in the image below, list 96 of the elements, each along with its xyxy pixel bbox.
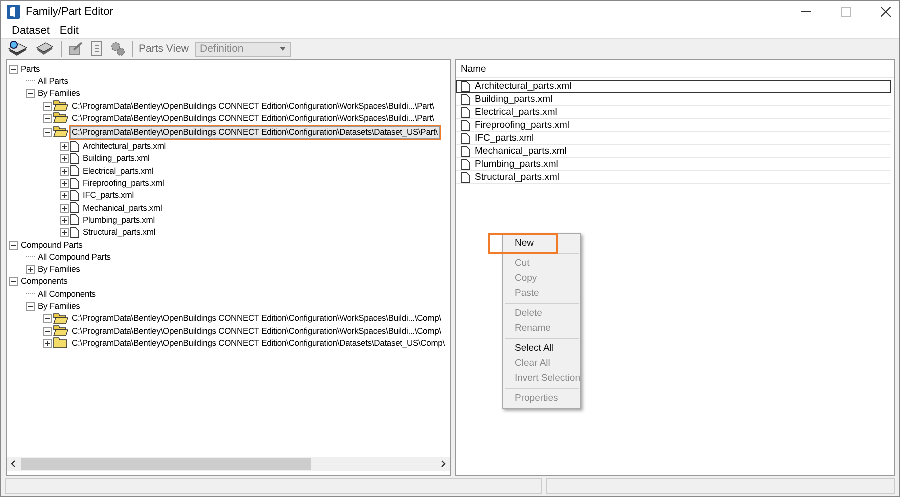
tree-item[interactable]: Electrical_parts.xml bbox=[81, 164, 156, 178]
menu-item[interactable]: Select All bbox=[503, 341, 580, 356]
column-header[interactable]: Name bbox=[456, 62, 894, 78]
expander-icon[interactable] bbox=[9, 277, 18, 286]
parts-view-label: Parts View bbox=[139, 43, 189, 55]
expander-icon[interactable] bbox=[60, 154, 69, 164]
tree-item[interactable]: Structural_parts.xml bbox=[81, 226, 158, 240]
file-name: Building_parts.xml bbox=[475, 94, 553, 105]
list-row[interactable]: IFC_parts.xml bbox=[456, 132, 891, 145]
expander-icon[interactable] bbox=[43, 326, 52, 336]
file-icon bbox=[461, 106, 471, 118]
expander-icon[interactable] bbox=[26, 89, 35, 98]
expander-icon[interactable] bbox=[43, 314, 52, 324]
file-name: Mechanical_parts.xml bbox=[475, 146, 567, 157]
file-icon bbox=[461, 132, 471, 144]
file-name: Architectural_parts.xml bbox=[475, 81, 572, 92]
tree-item[interactable]: By Families bbox=[36, 263, 82, 276]
expander-icon[interactable] bbox=[60, 191, 69, 200]
file-name: Electrical_parts.xml bbox=[475, 107, 558, 118]
file-icon bbox=[70, 178, 80, 190]
file-icon bbox=[461, 80, 471, 92]
database-icon[interactable] bbox=[35, 40, 55, 58]
list-row[interactable]: Electrical_parts.xml bbox=[456, 106, 891, 119]
list-row[interactable]: Plumbing_parts.xml bbox=[456, 158, 891, 171]
tree-item[interactable]: Compound Parts bbox=[19, 238, 85, 252]
file-icon bbox=[461, 146, 471, 158]
tree-item[interactable]: All Components bbox=[36, 288, 98, 301]
expander-icon[interactable] bbox=[26, 302, 35, 311]
list-row[interactable]: Building_parts.xml bbox=[456, 93, 891, 106]
gears-icon[interactable] bbox=[110, 41, 126, 57]
tree-item[interactable]: All Parts bbox=[36, 74, 70, 88]
expander-icon[interactable] bbox=[43, 102, 52, 111]
open-folder-icon bbox=[53, 325, 69, 338]
file-icon bbox=[70, 152, 80, 165]
tree-item[interactable]: Mechanical_parts.xml bbox=[81, 202, 164, 215]
file-icon bbox=[70, 165, 80, 178]
file-name: IFC_parts.xml bbox=[475, 133, 534, 144]
tree-item[interactable]: IFC_parts.xml bbox=[81, 189, 136, 202]
file-icon bbox=[461, 172, 471, 184]
expander-icon[interactable] bbox=[43, 128, 52, 137]
open-folder-icon bbox=[53, 312, 69, 325]
expander-icon[interactable] bbox=[60, 204, 69, 213]
tree-item[interactable]: Components bbox=[19, 275, 70, 288]
file-name: Plumbing_parts.xml bbox=[475, 159, 558, 170]
expander-icon[interactable] bbox=[60, 228, 69, 238]
window-title: Family/Part Editor bbox=[26, 6, 114, 18]
tree-item[interactable]: Plumbing_parts.xml bbox=[81, 214, 157, 227]
list-row[interactable]: Structural_parts.xml bbox=[456, 171, 891, 184]
expander-icon[interactable] bbox=[43, 114, 52, 123]
file-icon bbox=[70, 190, 80, 202]
file-name: Fireproofing_parts.xml bbox=[475, 120, 570, 131]
file-icon bbox=[461, 94, 471, 106]
expander-icon[interactable] bbox=[60, 142, 69, 152]
tree-item[interactable]: Fireproofing_parts.xml bbox=[81, 177, 166, 190]
folder-icon bbox=[53, 337, 69, 350]
list-row[interactable]: Fireproofing_parts.xml bbox=[456, 119, 891, 132]
open-folder-icon bbox=[53, 126, 69, 138]
tree-item[interactable]: By Families bbox=[36, 87, 82, 100]
close-icon[interactable] bbox=[881, 7, 891, 17]
tree-item[interactable]: C:\ProgramData\Bentley\OpenBuildings CONNECT Edition\Configuration\WorkSpaces\Buildi...\Comp\ bbox=[70, 312, 444, 326]
open-folder-icon bbox=[53, 100, 69, 112]
expander-icon[interactable] bbox=[9, 240, 18, 250]
tree-item[interactable]: Building_parts.xml bbox=[81, 152, 152, 166]
file-icon bbox=[461, 120, 471, 132]
list-row[interactable]: Architectural_parts.xml bbox=[456, 80, 891, 93]
tree-item[interactable]: All Compound Parts bbox=[36, 250, 113, 264]
search-database-icon[interactable] bbox=[7, 40, 29, 58]
file-icon bbox=[461, 158, 471, 170]
expander-icon[interactable] bbox=[60, 216, 69, 225]
file-icon bbox=[70, 226, 80, 239]
tree-item[interactable]: C:\ProgramData\Bentley\OpenBuildings CONNECT Edition\Configuration\Datasets\Dataset_US\Part\ bbox=[70, 126, 440, 139]
app-icon bbox=[7, 5, 20, 19]
expander-icon[interactable] bbox=[26, 265, 35, 274]
tree-item[interactable]: Parts bbox=[19, 62, 42, 76]
file-icon bbox=[70, 202, 80, 214]
menu-item[interactable]: New bbox=[491, 236, 555, 251]
tree-item[interactable]: C:\ProgramData\Bentley\OpenBuildings CONNECT Edition\Configuration\WorkSpaces\Buildi...\Part\ bbox=[70, 112, 436, 125]
menu-item[interactable]: Dataset bbox=[12, 24, 50, 36]
file-name: Structural_parts.xml bbox=[475, 172, 560, 183]
expander-icon[interactable] bbox=[43, 338, 52, 348]
tree-item[interactable]: C:\ProgramData\Bentley\OpenBuildings CONNECT Edition\Configuration\WorkSpaces\Buildi...\Part\ bbox=[70, 100, 436, 113]
menu-item[interactable]: Edit bbox=[60, 24, 79, 36]
scrollbar-thumb[interactable] bbox=[21, 458, 311, 470]
tree-item[interactable]: By Families bbox=[36, 300, 82, 313]
file-icon bbox=[70, 214, 80, 226]
edit-icon[interactable] bbox=[68, 41, 84, 57]
expander-icon[interactable] bbox=[60, 166, 69, 176]
tree-item[interactable]: C:\ProgramData\Bentley\OpenBuildings CONNECT Edition\Configuration\WorkSpaces\Buildi...\Comp\ bbox=[70, 324, 444, 338]
document-icon[interactable] bbox=[90, 41, 104, 57]
open-folder-icon bbox=[53, 112, 69, 124]
tree-item[interactable]: Architectural_parts.xml bbox=[81, 140, 168, 154]
expander-icon[interactable] bbox=[9, 64, 18, 74]
list-row[interactable]: Mechanical_parts.xml bbox=[456, 145, 891, 158]
tree-item[interactable]: C:\ProgramData\Bentley\OpenBuildings CONNECT Edition\Configuration\Datasets\Dataset_US\Comp\ bbox=[70, 336, 447, 350]
expander-icon[interactable] bbox=[60, 179, 69, 188]
file-icon bbox=[70, 140, 80, 153]
